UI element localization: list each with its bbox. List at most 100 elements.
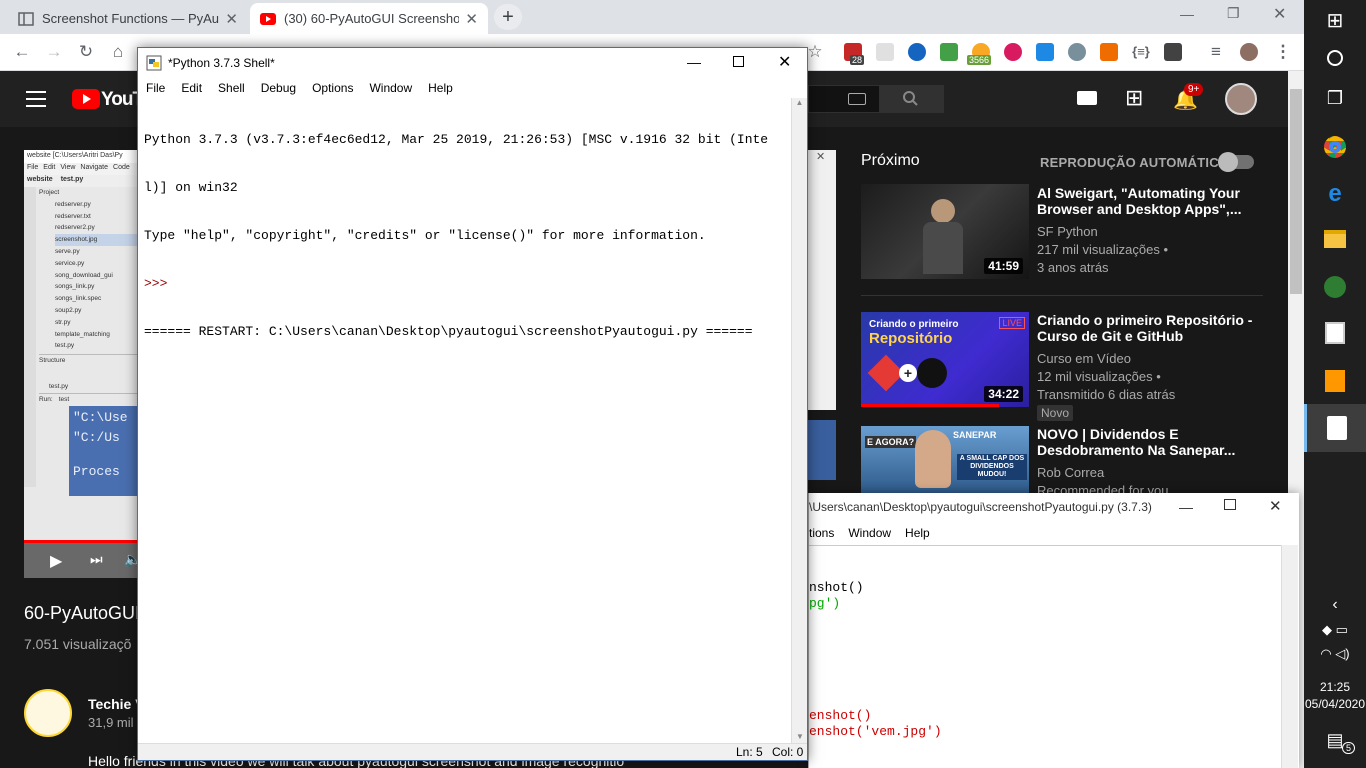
shell-text-area[interactable]: Python 3.7.3 (v3.7.3:ef4ec6ed12, Mar 25 … xyxy=(139,98,791,743)
task-view-icon[interactable]: ❐ xyxy=(1304,88,1366,109)
github-logo-icon xyxy=(917,358,947,388)
autoplay-toggle[interactable] xyxy=(1218,152,1254,172)
menu-options[interactable]: Options xyxy=(304,81,361,95)
clock-time[interactable]: 21:25 xyxy=(1304,680,1366,694)
menu-edit[interactable]: Edit xyxy=(173,81,210,95)
file-explorer-icon[interactable] xyxy=(1324,230,1346,248)
extension-json-icon[interactable]: {≡} xyxy=(1131,42,1151,62)
volume-icon[interactable]: 🔈 xyxy=(124,551,138,568)
video-player[interactable]: website [C:\Users\Aritri Das\Py File Edit… xyxy=(24,150,138,578)
rec-age: Transmitido 6 dias atrás xyxy=(1037,387,1176,402)
rec-thumbnail[interactable]: Criando o primeiro Repositório LIVE + 34… xyxy=(861,312,1029,407)
duration-label: 34:22 xyxy=(984,386,1023,402)
minimize-icon[interactable]: — xyxy=(687,54,701,70)
rec-views: 217 mil visualizações • xyxy=(1037,242,1168,257)
close-window-icon[interactable]: ✕ xyxy=(778,52,791,72)
video-edge xyxy=(808,420,836,480)
close-tab-icon[interactable]: ✕ xyxy=(225,10,238,28)
tab-youtube-video[interactable]: (30) 60-PyAutoGUI Screenshot & ✕ xyxy=(250,3,488,34)
youtube-logo-icon[interactable] xyxy=(72,89,100,109)
back-icon[interactable]: ← xyxy=(12,42,32,62)
rec-item-3[interactable]: NOVO | Dividendos E Desdobramento Na San… xyxy=(1037,426,1262,500)
extension-note-icon[interactable] xyxy=(1164,43,1182,61)
menu-window[interactable]: Window xyxy=(848,526,891,540)
wifi-volume-icon[interactable]: ◠ ◁) xyxy=(1304,646,1366,662)
code-line: enshot() xyxy=(809,708,872,723)
shell-scrollbar[interactable]: ▲ ▼ xyxy=(791,98,807,743)
shell-title: *Python 3.7.3 Shell* xyxy=(168,56,275,70)
menu-debug[interactable]: Debug xyxy=(253,81,304,95)
calculator-icon[interactable] xyxy=(1325,322,1345,344)
menu-window[interactable]: Window xyxy=(361,81,420,95)
new-tab-button[interactable]: + xyxy=(494,4,522,30)
pen-app-icon[interactable] xyxy=(1324,276,1346,298)
maximize-icon[interactable] xyxy=(1224,499,1236,510)
dropbox-extension-icon[interactable] xyxy=(908,43,926,61)
youtube-icon xyxy=(260,12,276,25)
extension-owl-icon[interactable] xyxy=(1068,43,1086,61)
thumb-text: A SMALL CAP DOS DIVIDENDOS MUDOU! xyxy=(957,454,1027,480)
sublime-text-icon[interactable] xyxy=(1325,370,1345,392)
user-avatar[interactable] xyxy=(1225,83,1257,115)
rec-title: Al Sweigart, "Automating Your Browser an… xyxy=(1037,185,1242,217)
clock-date[interactable]: 05/04/2020 xyxy=(1304,697,1366,711)
ide-breadcrumb: website test.py xyxy=(24,175,138,187)
reload-icon[interactable]: ↻ xyxy=(76,42,96,62)
chrome-icon[interactable] xyxy=(1324,136,1346,158)
next-video-icon[interactable]: ⏭ xyxy=(90,551,103,568)
show-hidden-icons-icon[interactable]: ‹ xyxy=(1304,596,1366,614)
search-button[interactable] xyxy=(880,85,944,113)
close-window-icon[interactable]: ✕ xyxy=(1273,4,1286,24)
create-video-icon[interactable] xyxy=(1077,91,1097,105)
windows-start-icon[interactable]: ⊞ xyxy=(1304,8,1366,33)
autoplay-label: REPRODUÇÃO AUTOMÁTICA xyxy=(1040,155,1229,170)
close-tab-icon[interactable]: ✕ xyxy=(465,10,478,28)
reading-list-icon[interactable]: ≡ xyxy=(1206,42,1226,62)
extension-shield-icon[interactable] xyxy=(1036,43,1054,61)
apps-grid-icon[interactable]: ⊞ xyxy=(1125,85,1143,111)
extension-office-icon[interactable] xyxy=(1100,43,1118,61)
rec-channel: Rob Correa xyxy=(1037,465,1105,480)
close-window-icon[interactable]: ✕ xyxy=(1269,497,1282,515)
extension-m-icon[interactable] xyxy=(876,43,894,61)
idle-taskbar-item[interactable] xyxy=(1304,404,1366,452)
rec-thumbnail[interactable]: E AGORA? SANEPAR A SMALL CAP DOS DIVIDEN… xyxy=(861,426,1029,494)
hamburger-menu-icon[interactable] xyxy=(26,91,46,107)
home-icon[interactable]: ⌂ xyxy=(108,42,128,62)
menu-shell[interactable]: Shell xyxy=(210,81,253,95)
notification-count: 5 xyxy=(1342,742,1356,754)
profile-avatar-icon[interactable] xyxy=(1240,43,1258,61)
menu-help[interactable]: Help xyxy=(420,81,461,95)
bookmark-star-icon[interactable]: ☆ xyxy=(805,42,825,62)
minimize-icon[interactable]: — xyxy=(1180,6,1194,22)
new-badge: Novo xyxy=(1037,405,1074,421)
menu-options[interactable]: tions xyxy=(809,526,834,540)
forward-icon[interactable]: → xyxy=(44,42,64,62)
menu-file[interactable]: File xyxy=(138,81,173,95)
maximize-icon[interactable] xyxy=(733,56,744,67)
action-center-icon[interactable]: ▤ xyxy=(1304,730,1366,751)
menu-kebab-icon[interactable]: ⋮ xyxy=(1273,42,1293,62)
minimize-icon[interactable]: — xyxy=(1179,499,1193,515)
channel-avatar[interactable] xyxy=(24,689,72,737)
ide-struct-file: test.py xyxy=(49,382,69,390)
keyboard-icon[interactable] xyxy=(848,93,866,105)
ide-run-bar: Run: test xyxy=(39,392,138,406)
cortana-icon[interactable] xyxy=(1327,50,1343,66)
rec-thumbnail[interactable]: 41:59 xyxy=(861,184,1029,279)
editor-scrollbar[interactable] xyxy=(1281,545,1298,768)
editor-code-area[interactable]: nshot() pg') enshot() enshot('vem.jpg') xyxy=(809,545,1281,768)
python-idle-icon xyxy=(1326,416,1347,440)
search-input[interactable] xyxy=(808,85,880,113)
dropbox-tray-icon[interactable]: ◆ ▭ xyxy=(1304,622,1366,638)
rec-item-2[interactable]: Criando o primeiro Repositório - Curso d… xyxy=(1037,312,1262,422)
rec-item-1[interactable]: Al Sweigart, "Automating Your Browser an… xyxy=(1037,185,1262,277)
play-icon[interactable]: ▶ xyxy=(50,551,62,571)
edge-icon[interactable]: e xyxy=(1304,180,1366,208)
code-line: pg') xyxy=(809,596,841,611)
restore-icon[interactable]: ❐ xyxy=(1227,5,1240,22)
tab-screenshot-functions[interactable]: Screenshot Functions — PyAutoG ✕ xyxy=(8,3,248,34)
extension-grid-icon[interactable] xyxy=(940,43,958,61)
menu-help[interactable]: Help xyxy=(905,526,930,540)
extension-mi-icon[interactable] xyxy=(1004,43,1022,61)
